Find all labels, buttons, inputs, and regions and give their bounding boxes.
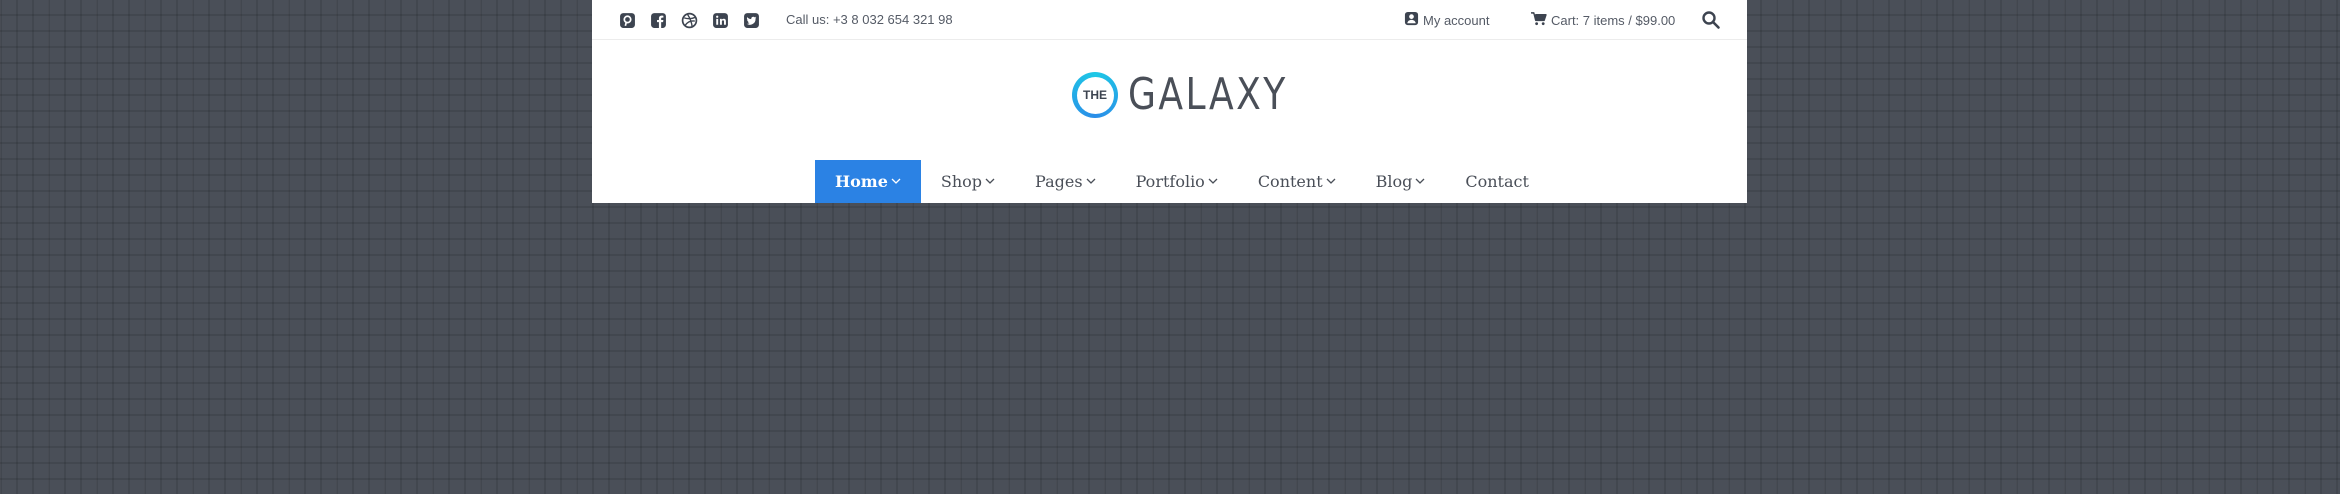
dribbble-icon[interactable] — [680, 11, 699, 30]
page-container: Call us: +3 8 032 654 321 98 My account … — [592, 0, 1747, 203]
main-navigation: Home Shop Pages Portfolio Content Blog C… — [815, 160, 1549, 203]
site-logo[interactable]: THE GALAXY — [1072, 72, 1323, 118]
chevron-down-icon — [1326, 177, 1336, 187]
my-account-link[interactable]: My account — [1404, 11, 1489, 29]
nav-item-content[interactable]: Content — [1238, 160, 1356, 203]
call-us-text: Call us: +3 8 032 654 321 98 — [786, 12, 953, 27]
nav-item-label: Contact — [1465, 172, 1529, 191]
nav-item-home[interactable]: Home — [815, 160, 921, 203]
user-icon — [1404, 11, 1419, 29]
facebook-icon[interactable] — [649, 11, 668, 30]
top-bar: Call us: +3 8 032 654 321 98 My account … — [592, 0, 1747, 40]
nav-item-contact[interactable]: Contact — [1445, 160, 1549, 203]
social-links — [618, 11, 761, 30]
nav-item-label: Pages — [1035, 172, 1083, 191]
chevron-down-icon — [891, 177, 901, 187]
nav-item-label: Shop — [940, 172, 983, 191]
linkedin-icon[interactable] — [711, 11, 730, 30]
nav-item-pages[interactable]: Pages — [1015, 160, 1116, 203]
chevron-down-icon — [1086, 177, 1096, 187]
my-account-label: My account — [1423, 12, 1490, 28]
cart-icon — [1530, 11, 1547, 29]
logo-badge-text: THE — [1076, 76, 1114, 114]
logo-wordmark: GALAXY — [1128, 69, 1288, 120]
nav-item-label: Home — [835, 172, 888, 191]
nav-item-label: Portfolio — [1135, 172, 1205, 191]
pinterest-icon[interactable] — [618, 11, 637, 30]
nav-item-portfolio[interactable]: Portfolio — [1116, 160, 1238, 203]
logo-badge: THE — [1072, 72, 1118, 118]
cart-link[interactable]: Cart: 7 items / $99.00 — [1530, 11, 1675, 29]
chevron-down-icon — [1208, 177, 1218, 187]
nav-item-shop[interactable]: Shop — [921, 160, 1015, 203]
cart-summary: Cart: 7 items / $99.00 — [1551, 12, 1676, 28]
nav-item-label: Content — [1257, 172, 1323, 191]
chevron-down-icon — [985, 177, 995, 187]
chevron-down-icon — [1415, 177, 1425, 187]
search-icon[interactable] — [1701, 10, 1721, 30]
twitter-icon[interactable] — [742, 11, 761, 30]
nav-item-blog[interactable]: Blog — [1356, 160, 1446, 203]
nav-item-label: Blog — [1375, 172, 1413, 191]
